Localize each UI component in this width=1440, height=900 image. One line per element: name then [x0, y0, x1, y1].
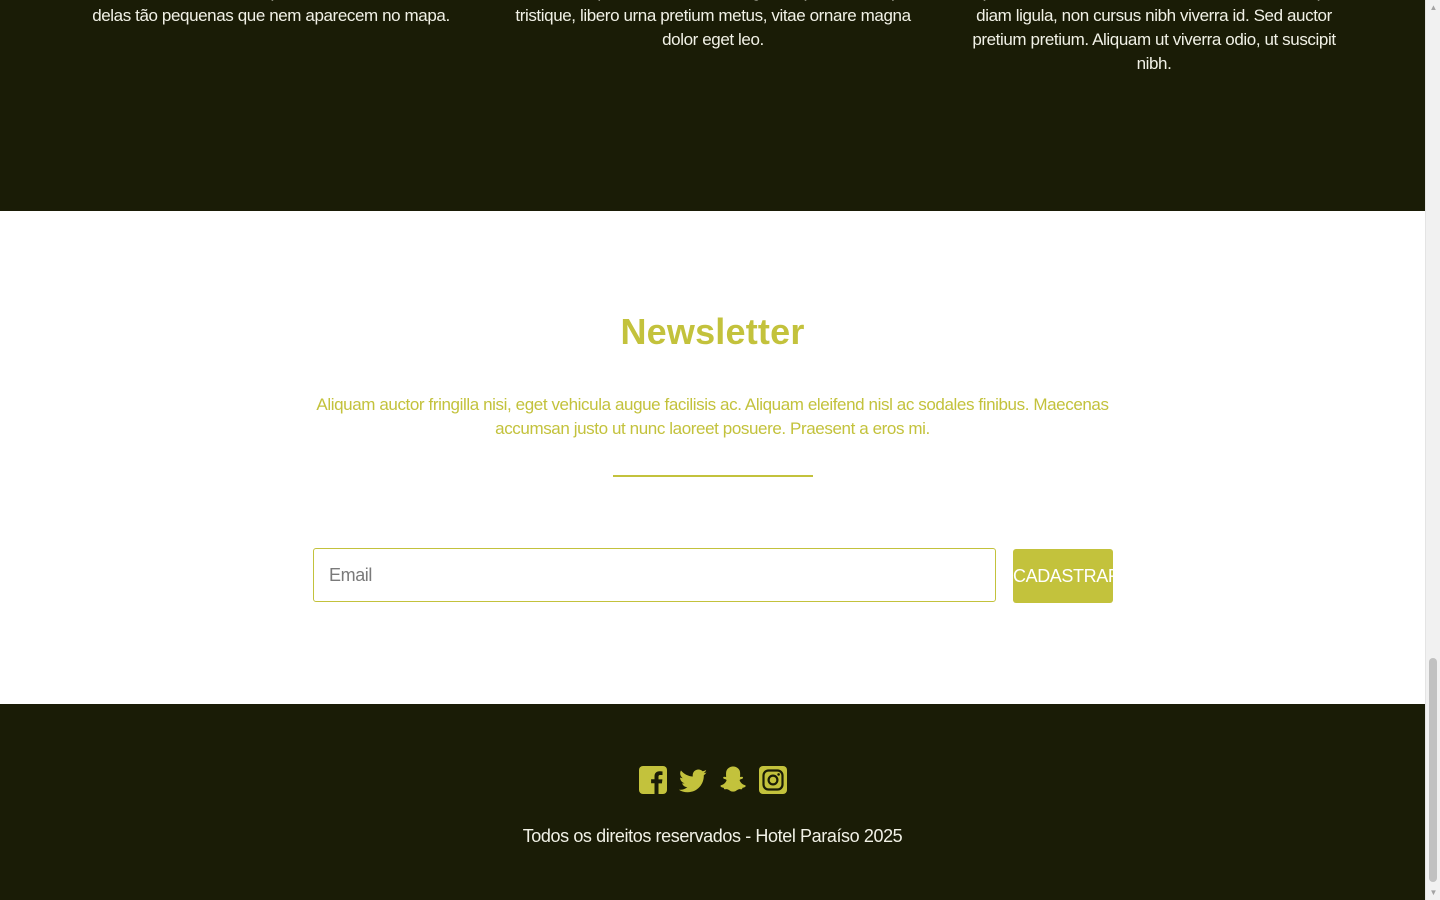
facebook-icon[interactable]	[637, 764, 669, 796]
newsletter-divider	[613, 475, 813, 477]
feature-text-1: refrescantes cachoeiras, praias belíssim…	[91, 0, 452, 25]
scroll-up-arrow-icon[interactable]: ▲	[1426, 0, 1440, 15]
scrollbar-thumb[interactable]	[1429, 658, 1437, 882]
email-input[interactable]	[313, 548, 996, 602]
newsletter-section: Newsletter Aliquam auctor fringilla nisi…	[0, 211, 1425, 704]
newsletter-title: Newsletter	[620, 311, 805, 352]
subscribe-button[interactable]: CADASTRAR	[1013, 549, 1121, 603]
instagram-icon[interactable]	[757, 764, 789, 796]
twitter-icon[interactable]	[677, 764, 709, 796]
feature-column-1: refrescantes cachoeiras, praias belíssim…	[70, 0, 472, 28]
newsletter-description: Aliquam auctor fringilla nisi, eget vehi…	[316, 395, 1109, 438]
page: refrescantes cachoeiras, praias belíssim…	[0, 0, 1425, 900]
vertical-scrollbar[interactable]: ▲ ▼	[1425, 0, 1440, 900]
feature-text-2: elementum purus. Nam ultrices, ligula im…	[513, 0, 914, 49]
snapchat-icon[interactable]	[717, 764, 749, 796]
feature-column-3: sapien. Nulla finibus rutrum mattis. Don…	[953, 0, 1355, 76]
footer: Todos os direitos reservados - Hotel Par…	[0, 704, 1425, 900]
features-section: refrescantes cachoeiras, praias belíssim…	[0, 0, 1425, 211]
feature-text-3: sapien. Nulla finibus rutrum mattis. Don…	[965, 0, 1342, 73]
scroll-down-arrow-icon[interactable]: ▼	[1426, 885, 1440, 900]
social-links	[0, 764, 1425, 796]
feature-column-2: elementum purus. Nam ultrices, ligula im…	[512, 0, 914, 52]
copyright-text: Todos os direitos reservados - Hotel Par…	[522, 826, 903, 846]
